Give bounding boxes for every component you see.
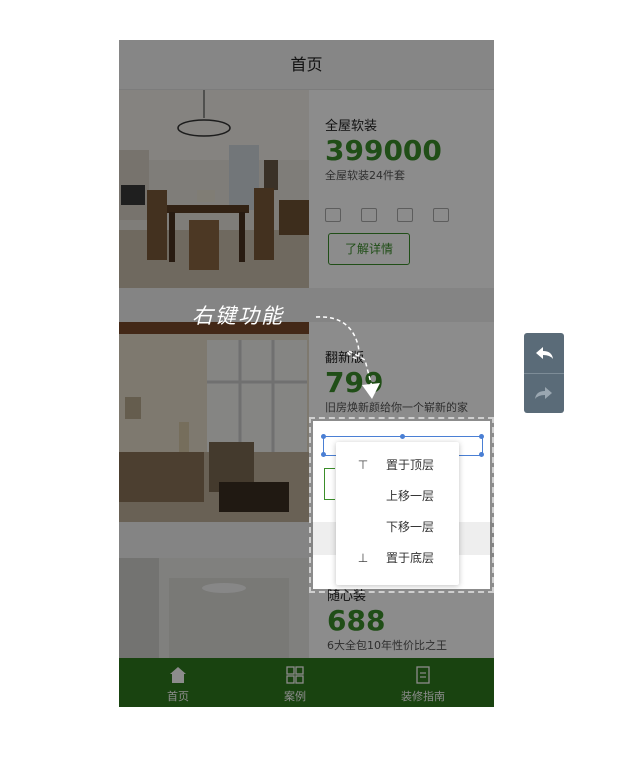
dim-overlay xyxy=(119,40,494,707)
menu-item-label: 置于顶层 xyxy=(386,458,435,472)
redo-button[interactable] xyxy=(524,374,564,414)
menu-item-send-backward[interactable]: 下移一层 xyxy=(336,512,459,543)
resize-handle[interactable] xyxy=(400,434,405,439)
undo-icon xyxy=(536,347,553,359)
send-to-back-icon: ⊥ xyxy=(357,551,369,565)
annotation-arrow-icon xyxy=(315,316,380,399)
annotation-label: 右键功能 xyxy=(192,304,284,328)
menu-item-send-to-back[interactable]: ⊥ 置于底层 xyxy=(336,543,459,574)
history-controls xyxy=(524,333,564,413)
selected-element-highlight: ⊤ 置于顶层 上移一层 下移一层 ⊥ 置于底层 xyxy=(309,417,494,593)
undo-button[interactable] xyxy=(524,333,564,373)
redo-icon xyxy=(535,387,552,399)
button-edge xyxy=(324,468,335,500)
menu-item-bring-forward[interactable]: 上移一层 xyxy=(336,481,459,512)
menu-item-bring-to-front[interactable]: ⊤ 置于顶层 xyxy=(336,450,459,481)
menu-item-label: 上移一层 xyxy=(386,489,435,503)
resize-handle[interactable] xyxy=(321,452,326,457)
menu-item-label: 置于底层 xyxy=(386,551,435,565)
bring-to-front-icon: ⊤ xyxy=(357,458,369,472)
resize-handle[interactable] xyxy=(479,434,484,439)
menu-item-label: 下移一层 xyxy=(386,520,435,534)
resize-handle[interactable] xyxy=(479,452,484,457)
context-menu: ⊤ 置于顶层 上移一层 下移一层 ⊥ 置于底层 xyxy=(336,442,459,585)
resize-handle[interactable] xyxy=(321,434,326,439)
